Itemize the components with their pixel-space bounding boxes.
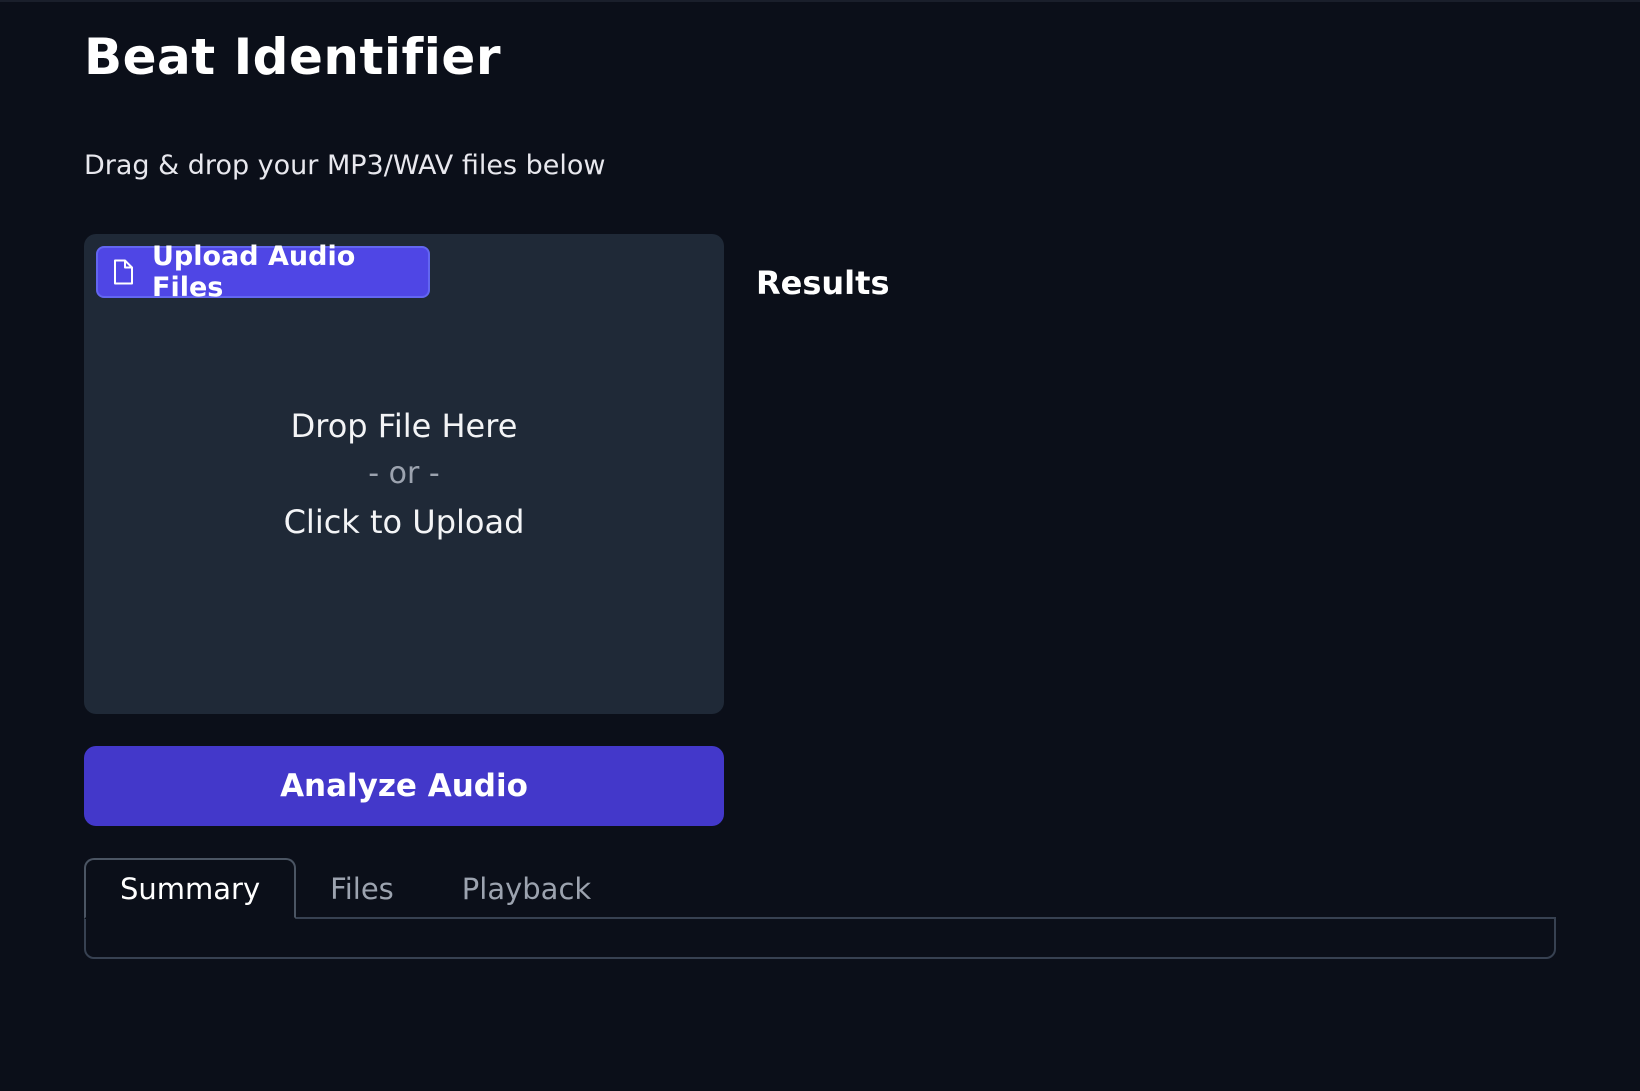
drop-instructions: Drop File Here - or - Click to Upload xyxy=(84,402,724,546)
upload-label-text: Upload Audio Files xyxy=(152,241,356,303)
results-heading: Results xyxy=(756,264,890,302)
page-title: Beat Identifier xyxy=(84,28,501,86)
page-subtitle: Drag & drop your MP3/WAV files below xyxy=(84,150,606,181)
file-icon xyxy=(112,259,134,285)
top-border xyxy=(0,0,1640,2)
analyze-audio-button[interactable]: Analyze Audio xyxy=(84,746,724,826)
tab-panel xyxy=(84,917,1556,959)
tab-bar: Summary Files Playback xyxy=(84,858,625,919)
file-drop-zone[interactable]: Upload Audio Files Drop File Here - or -… xyxy=(84,234,724,714)
drop-file-text: Drop File Here xyxy=(290,407,518,445)
tab-playback[interactable]: Playback xyxy=(428,858,625,919)
click-to-upload-text: Click to Upload xyxy=(283,503,525,541)
or-separator: - or - xyxy=(368,456,440,491)
tab-files[interactable]: Files xyxy=(296,858,428,919)
tab-summary[interactable]: Summary xyxy=(84,858,297,919)
upload-label: Upload Audio Files xyxy=(96,241,430,303)
